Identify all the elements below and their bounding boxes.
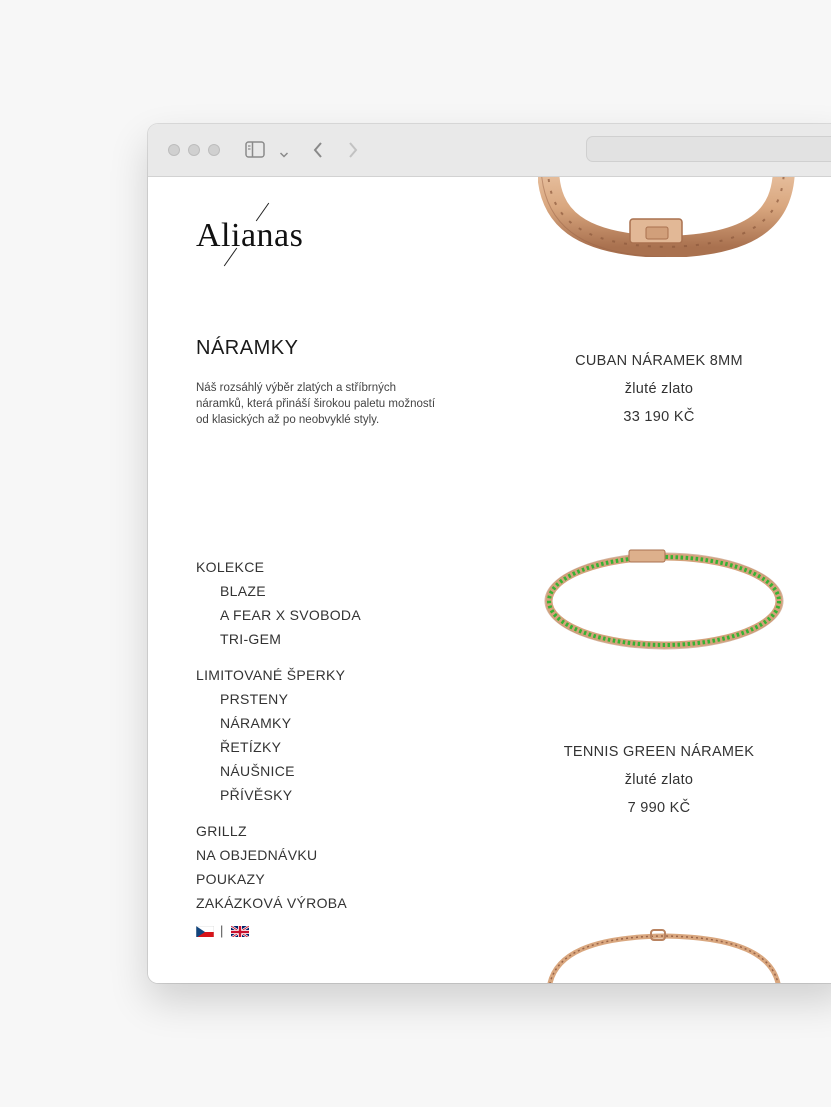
product-material: žluté zlato — [624, 772, 694, 788]
uk-flag-icon[interactable] — [231, 925, 249, 937]
sidebar-toggle-icon[interactable] — [245, 141, 265, 163]
logo-text: Alianas — [196, 217, 304, 254]
browser-window: Alianas NÁRAMKY Náš rozsáhlý výběr zlatý… — [148, 124, 831, 983]
nav-item-na-objednavku[interactable]: NA OBJEDNÁVKU — [196, 847, 317, 863]
nav-item-blaze[interactable]: BLAZE — [220, 583, 266, 599]
nav-item-a-fear-x-svoboda[interactable]: A FEAR X SVOBODA — [220, 607, 361, 623]
forward-arrow-icon[interactable] — [347, 141, 359, 164]
page-content: Alianas NÁRAMKY Náš rozsáhlý výběr zlatý… — [148, 177, 831, 983]
nav-item-prsteny[interactable]: PRSTENY — [220, 691, 288, 707]
product-name[interactable]: CUBAN NÁRAMEK 8MM — [538, 347, 780, 375]
chain-bracelet-image[interactable] — [543, 929, 785, 983]
tennis-green-bracelet-image[interactable] — [543, 539, 785, 655]
product-price: 7 990 KČ — [627, 800, 691, 816]
zoom-window-button[interactable] — [208, 144, 220, 156]
close-window-button[interactable] — [168, 144, 180, 156]
cuban-bracelet-image[interactable] — [537, 177, 798, 259]
nav-item-retizky[interactable]: ŘETÍZKY — [220, 739, 281, 755]
back-arrow-icon[interactable] — [312, 141, 324, 164]
nav-item-naramky[interactable]: NÁRAMKY — [220, 715, 291, 731]
language-separator: | — [220, 923, 224, 938]
minimize-window-button[interactable] — [188, 144, 200, 156]
nav-item-kolekce[interactable]: KOLEKCE — [196, 559, 264, 575]
nav-item-grillz[interactable]: GRILLZ — [196, 823, 247, 839]
product-material: žluté zlato — [624, 381, 694, 397]
product-name[interactable]: TENNIS GREEN NÁRAMEK — [538, 738, 780, 766]
nav-item-zakazkova-vyroba[interactable]: ZAKÁZKOVÁ VÝROBA — [196, 895, 347, 911]
nav-item-limitovane-sperky[interactable]: LIMITOVANÉ ŠPERKY — [196, 667, 345, 683]
category-description: Náš rozsáhlý výběr zlatých a stříbrných … — [196, 382, 436, 426]
nav-item-tri-gem[interactable]: TRI-GEM — [220, 631, 281, 647]
browser-toolbar — [148, 124, 831, 177]
product-price: 33 190 KČ — [623, 409, 695, 425]
page-title: NÁRAMKY — [196, 337, 299, 359]
product-card-1[interactable]: CUBAN NÁRAMEK 8MM žluté zlato 33 190 KČ — [538, 347, 780, 431]
chevron-down-icon[interactable] — [279, 146, 289, 164]
site-logo[interactable]: Alianas — [196, 202, 316, 267]
nav-item-priveskny[interactable]: PŘÍVĚSKY — [220, 787, 292, 803]
nav-item-nausnice[interactable]: NÁUŠNICE — [220, 763, 295, 779]
product-card-2[interactable]: TENNIS GREEN NÁRAMEK žluté zlato 7 990 K… — [538, 738, 780, 822]
cz-flag-icon[interactable] — [196, 925, 214, 937]
nav-item-poukazy[interactable]: POUKAZY — [196, 871, 265, 887]
address-bar[interactable] — [586, 136, 831, 162]
